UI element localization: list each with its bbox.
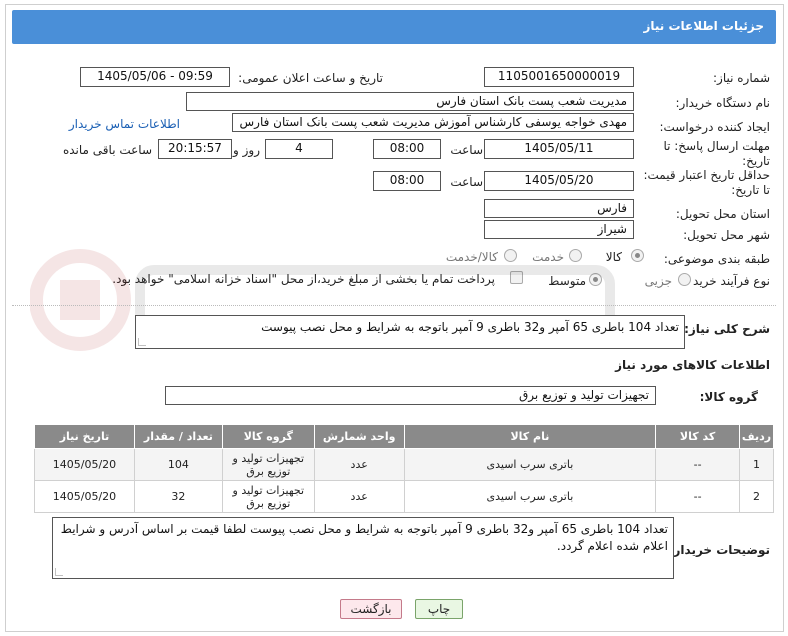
treasury-payment-note: پرداخت تمام یا بخشی از مبلغ خرید،از محل … bbox=[112, 272, 495, 286]
process-radio-minor[interactable] bbox=[678, 273, 691, 286]
cell-row-number: 2 bbox=[739, 480, 774, 513]
goods-table-header: ردیف کد کالا نام کالا واحد شمارش گروه کا… bbox=[34, 424, 774, 449]
column-header-unit: واحد شمارش bbox=[313, 424, 405, 449]
need-number-label: شماره نیاز: bbox=[713, 71, 770, 85]
cell-unit: عدد bbox=[313, 480, 405, 513]
city-label: شهر محل تحویل: bbox=[683, 228, 770, 242]
days-field[interactable]: 4 bbox=[265, 139, 333, 159]
cell-name: باتری سرب اسیدی bbox=[403, 480, 657, 513]
price-valid-time-label: ساعت bbox=[450, 175, 483, 189]
deadline-time-label: ساعت bbox=[450, 143, 483, 157]
requester-label: ایجاد کننده درخواست: bbox=[659, 120, 770, 134]
column-header-quantity: تعداد / مقدار bbox=[133, 424, 223, 449]
goods-group-label: گروه کالا: bbox=[699, 390, 758, 404]
province-field[interactable]: فارس bbox=[484, 199, 634, 218]
cell-group: تجهیزات تولید و توزیع برق bbox=[221, 480, 315, 513]
process-label: نوع فرآیند خرید : bbox=[685, 274, 770, 288]
category-radio-goods[interactable] bbox=[631, 249, 644, 262]
resize-grip-icon[interactable] bbox=[138, 338, 146, 346]
announce-field[interactable]: 1405/05/06 - 09:59 bbox=[80, 67, 230, 87]
column-header-code: کد کالا bbox=[655, 424, 741, 449]
announce-label: تاریخ و ساعت اعلان عمومی: bbox=[238, 71, 383, 85]
resize-grip-icon[interactable] bbox=[55, 568, 63, 576]
province-label: استان محل تحویل: bbox=[675, 207, 770, 221]
page-header: جزئیات اطلاعات نیاز bbox=[12, 10, 776, 44]
remaining-label: ساعت باقی مانده bbox=[62, 143, 152, 157]
column-header-group: گروه کالا bbox=[221, 424, 315, 449]
description-text: تعداد 104 باطری 65 آمپر و32 باطری 9 آمپر… bbox=[261, 320, 679, 334]
category-radio-service[interactable] bbox=[569, 249, 582, 262]
table-row[interactable]: 2 -- باتری سرب اسیدی عدد تجهیزات تولید و… bbox=[34, 480, 774, 513]
cell-code: -- bbox=[655, 480, 741, 513]
description-label: شرح کلی نیاز: bbox=[684, 322, 770, 336]
table-row[interactable]: 1 -- باتری سرب اسیدی عدد تجهیزات تولید و… bbox=[34, 448, 774, 481]
process-radio-medium[interactable] bbox=[589, 273, 602, 286]
goods-table: ردیف کد کالا نام کالا واحد شمارش گروه کا… bbox=[34, 424, 774, 513]
buyer-notes-text: تعداد 104 باطری 65 آمپر و32 باطری 9 آمپر… bbox=[60, 522, 668, 553]
days-label: روز و bbox=[233, 143, 260, 157]
divider bbox=[12, 305, 776, 306]
buyer-org-label: نام دستگاه خریدار: bbox=[675, 96, 771, 110]
goods-section-title: اطلاعات کالاهای مورد نیاز bbox=[615, 358, 770, 372]
process-option-minor: جزیی bbox=[644, 274, 672, 288]
category-option-goods: کالا bbox=[605, 250, 622, 264]
deadline-date-field[interactable]: 1405/05/11 bbox=[484, 139, 634, 159]
requester-field[interactable]: مهدی خواجه یوسفی کارشناس آموزش مدیریت شع… bbox=[232, 113, 634, 132]
cell-quantity: 32 bbox=[133, 480, 223, 513]
price-valid-date-field[interactable]: 1405/05/20 bbox=[484, 171, 634, 191]
deadline-label-2: تاریخ: bbox=[742, 154, 770, 168]
column-header-row-number: ردیف bbox=[739, 424, 774, 449]
treasury-payment-checkbox[interactable] bbox=[510, 271, 523, 284]
buyer-org-field[interactable]: مدیریت شعب پست بانک استان فارس bbox=[186, 92, 634, 111]
page-title: جزئیات اطلاعات نیاز bbox=[643, 19, 764, 33]
deadline-label: مهلت ارسال پاسخ: تا bbox=[663, 139, 770, 153]
back-button[interactable]: بازگشت bbox=[340, 599, 402, 619]
category-option-service: خدمت bbox=[532, 250, 564, 264]
cell-code: -- bbox=[655, 448, 741, 481]
goods-group-field[interactable]: تجهیزات تولید و توزیع برق bbox=[165, 386, 656, 405]
category-label: طبقه بندی موضوعی: bbox=[663, 252, 770, 266]
cell-need-date: 1405/05/20 bbox=[34, 480, 135, 513]
price-valid-label: حداقل تاریخ اعتبار قیمت: bbox=[643, 168, 770, 182]
cell-group: تجهیزات تولید و توزیع برق bbox=[221, 448, 315, 481]
city-field[interactable]: شیراز bbox=[484, 220, 634, 239]
deadline-time-field[interactable]: 08:00 bbox=[373, 139, 441, 159]
cell-quantity: 104 bbox=[133, 448, 223, 481]
cell-name: باتری سرب اسیدی bbox=[403, 448, 657, 481]
cell-unit: عدد bbox=[313, 448, 405, 481]
buyer-notes-textarea[interactable]: تعداد 104 باطری 65 آمپر و32 باطری 9 آمپر… bbox=[52, 517, 674, 579]
cell-row-number: 1 bbox=[739, 448, 774, 481]
category-radio-goods-service[interactable] bbox=[504, 249, 517, 262]
process-option-medium: متوسط bbox=[548, 274, 586, 288]
buyer-contact-link[interactable]: اطلاعات تماس خریدار bbox=[69, 117, 180, 131]
price-valid-time-field[interactable]: 08:00 bbox=[373, 171, 441, 191]
print-button[interactable]: چاپ bbox=[415, 599, 463, 619]
remaining-time-field[interactable]: 20:15:57 bbox=[158, 139, 232, 159]
description-textarea[interactable]: تعداد 104 باطری 65 آمپر و32 باطری 9 آمپر… bbox=[135, 315, 685, 349]
column-header-need-date: تاریخ نیاز bbox=[34, 424, 135, 449]
buyer-notes-label: توضیحات خریدار: bbox=[668, 543, 770, 557]
need-number-field[interactable]: 1105001650000019 bbox=[484, 67, 634, 87]
price-valid-label-2: تا تاریخ: bbox=[731, 183, 770, 197]
cell-need-date: 1405/05/20 bbox=[34, 448, 135, 481]
column-header-name: نام کالا bbox=[403, 424, 657, 449]
category-option-goods-service: کالا/خدمت bbox=[445, 250, 498, 264]
